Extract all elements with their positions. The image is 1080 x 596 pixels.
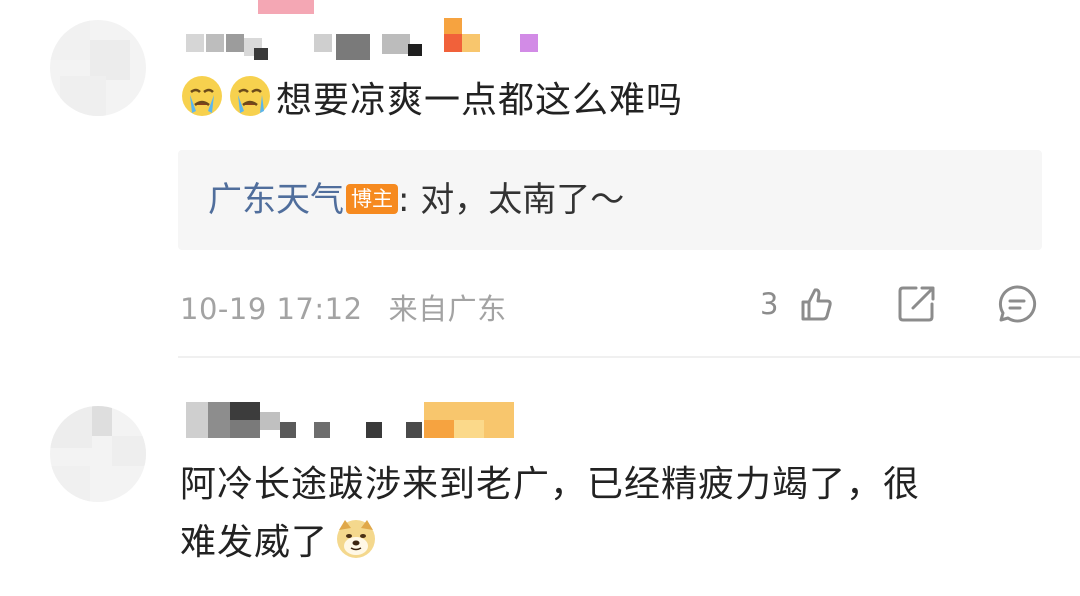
comment-text-line: 难发威了: [180, 521, 329, 563]
repost-button[interactable]: [896, 283, 938, 325]
comment-body: 阿冷长途跋涉来到老广，已经精疲力竭了，很 难发威了: [180, 456, 920, 571]
truncated-header-mark: [258, 0, 314, 14]
like-button[interactable]: [796, 283, 838, 325]
doge-emoji: [334, 516, 378, 560]
crying-face-emoji: [180, 74, 224, 118]
thumbs-up-icon: [796, 288, 838, 329]
comment-text: 想要凉爽一点都这么难吗: [276, 80, 684, 121]
timestamp: 10-19 17:12: [180, 292, 363, 326]
crying-face-emoji: [228, 74, 272, 118]
divider: [178, 356, 1080, 358]
comment-meta: 10-19 17:12 来自广东: [180, 286, 507, 328]
comment-button[interactable]: [996, 283, 1038, 325]
username-blurred[interactable]: [186, 402, 526, 440]
comment-list: 想要凉爽一点都这么难吗 广东天气 博主: 对，太南了～ 10-19 17:12 来自…: [0, 0, 1080, 596]
comment-body: 想要凉爽一点都这么难吗: [180, 72, 683, 130]
comment-bubble-icon: [996, 285, 1038, 329]
reply-author-name[interactable]: 广东天气: [208, 180, 344, 220]
reply-separator: :: [398, 180, 410, 220]
like-count: 3: [760, 287, 779, 321]
avatar[interactable]: [50, 406, 146, 502]
comment-text-line: 阿冷长途跋涉来到老广，已经精疲力竭了，很: [180, 464, 921, 505]
author-badge: 博主: [346, 184, 398, 214]
avatar[interactable]: [50, 20, 146, 116]
username-blurred[interactable]: [186, 18, 546, 60]
location: 来自广东: [388, 292, 507, 326]
reply-text: 对，太南了～: [409, 180, 625, 220]
reply-preview[interactable]: 广东天气 博主: 对，太南了～: [178, 150, 1042, 250]
share-arrow-icon: [896, 286, 938, 329]
